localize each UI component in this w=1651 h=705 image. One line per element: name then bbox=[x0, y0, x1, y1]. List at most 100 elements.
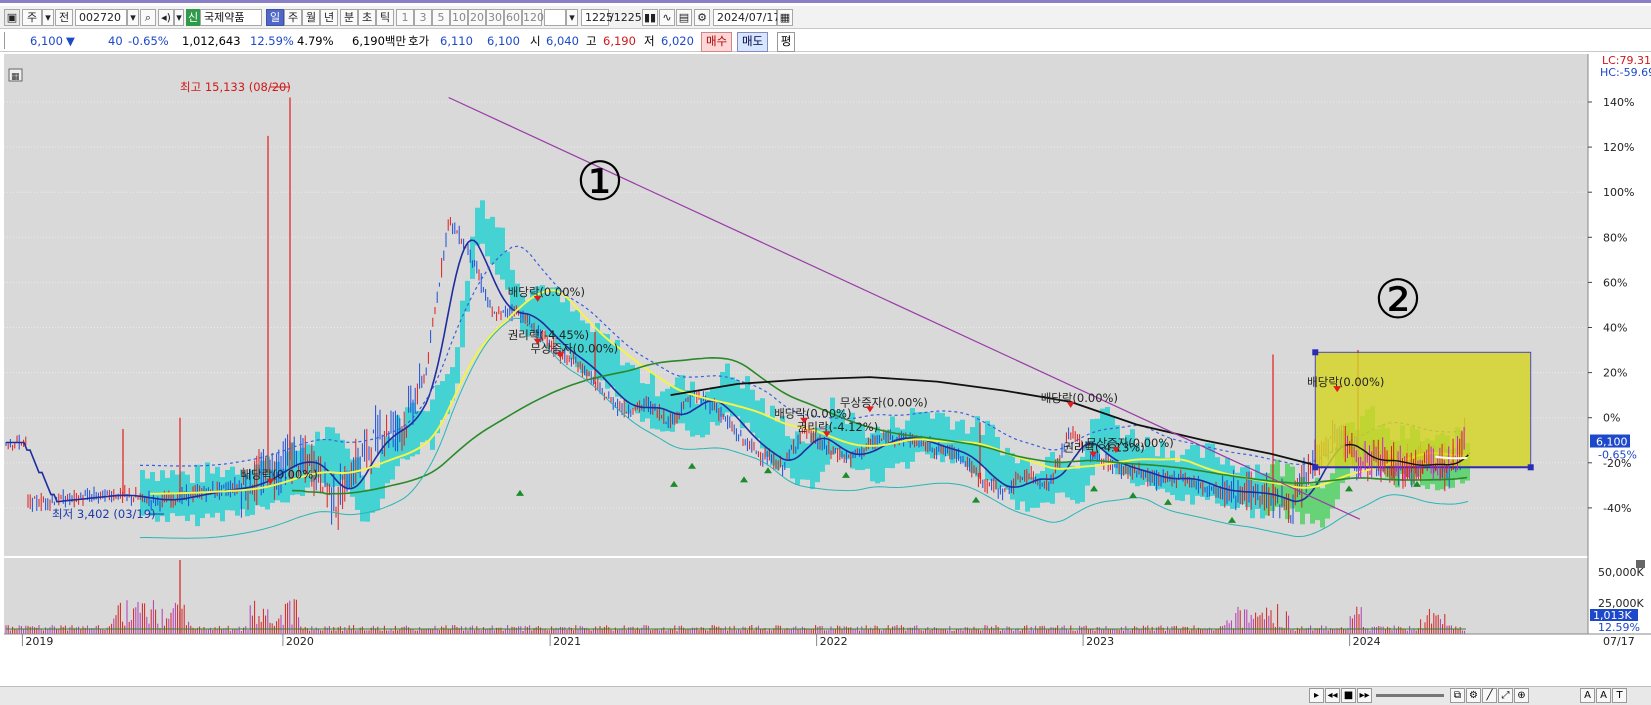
tab-second[interactable]: 초 bbox=[358, 9, 376, 26]
low-label: 저 bbox=[644, 34, 655, 48]
minute-5[interactable]: 5 bbox=[432, 9, 450, 26]
minute-10[interactable]: 10 bbox=[450, 9, 468, 26]
chart-area[interactable]: ▦ ① ② 최고 15,133 (08/20) 최저 3,402 (03/19) 배당락… bbox=[0, 52, 1651, 704]
y-tick-label: 40% bbox=[1603, 322, 1627, 335]
circle-marker-1: ① bbox=[576, 150, 624, 213]
cloud-segment bbox=[980, 435, 985, 466]
chevron-down-icon[interactable]: ▾ bbox=[127, 9, 139, 26]
cloud-segment bbox=[1080, 456, 1085, 503]
cloud-segment bbox=[500, 227, 505, 280]
sell-button[interactable]: 매도 bbox=[737, 32, 769, 52]
event-label: 배당락(0.00%) bbox=[1307, 375, 1384, 389]
x-tick-label: 2022 bbox=[820, 635, 848, 648]
trend-icon[interactable]: ⤢ bbox=[1498, 688, 1513, 703]
event-label: 권리락(-4.45%) bbox=[508, 328, 589, 342]
tab-month[interactable]: 월 bbox=[302, 9, 320, 26]
minute-20[interactable]: 20 bbox=[468, 9, 486, 26]
search-icon[interactable]: ⌕ bbox=[140, 9, 156, 26]
minute-3[interactable]: 3 bbox=[414, 9, 432, 26]
rewind-button[interactable]: ◂◂ bbox=[1325, 688, 1340, 703]
cloud-segment bbox=[425, 411, 430, 441]
chevron-down-icon[interactable]: ▾ bbox=[566, 9, 578, 26]
custom-interval-input[interactable] bbox=[544, 9, 566, 26]
minute-60[interactable]: 60 bbox=[504, 9, 522, 26]
cloud-segment bbox=[1330, 473, 1335, 509]
box-handle bbox=[1312, 464, 1319, 471]
hc-label: HC:-59.69 bbox=[1600, 66, 1651, 79]
cloud-segment bbox=[220, 477, 225, 522]
event-label: 무상증자(0.00%) bbox=[530, 341, 618, 355]
cloud-segment bbox=[350, 459, 355, 497]
x-tick-label: 07/17 bbox=[1603, 635, 1635, 648]
copy-icon[interactable]: ⧉ bbox=[1450, 688, 1465, 703]
stock-name[interactable]: 국제약품 bbox=[200, 9, 262, 26]
cloud-segment bbox=[1320, 488, 1325, 528]
x-tick-label: 2020 bbox=[286, 635, 314, 648]
gear-icon[interactable]: ⚙ bbox=[694, 9, 710, 26]
count-input[interactable]: 1225 bbox=[581, 9, 613, 26]
cloud-segment bbox=[735, 380, 740, 417]
cloud-segment bbox=[1285, 463, 1290, 520]
gear-icon[interactable]: ⚙ bbox=[1466, 688, 1481, 703]
minute-30[interactable]: 30 bbox=[486, 9, 504, 26]
draw-line-icon[interactable]: ╱ bbox=[1482, 688, 1497, 703]
minute-120[interactable]: 120 bbox=[522, 9, 544, 26]
candle-icon[interactable]: ▮▮ bbox=[642, 9, 658, 26]
bottom-toolbar: ▸ ◂◂ ■ ▸▸ ⧉ ⚙ ╱ ⤢ ⊕ A A T bbox=[0, 686, 1651, 705]
cloud-segment bbox=[460, 300, 465, 348]
scroll-slider[interactable] bbox=[1376, 694, 1444, 697]
stop-button[interactable]: ■ bbox=[1341, 688, 1356, 703]
date-input[interactable]: 2024/07/17 bbox=[713, 9, 780, 26]
tab-day[interactable]: 일 bbox=[266, 9, 284, 26]
x-tick-label: 2024 bbox=[1353, 635, 1381, 648]
chart-settings-icon[interactable]: ▣ bbox=[4, 9, 20, 26]
line-chart-icon[interactable]: ∿ bbox=[659, 9, 675, 26]
buy-button[interactable]: 매수 bbox=[701, 32, 733, 52]
period-select[interactable]: 주 bbox=[22, 9, 42, 26]
save-icon[interactable]: ▤ bbox=[676, 9, 692, 26]
forward-button[interactable]: ▸▸ bbox=[1357, 688, 1372, 703]
text-tool-t[interactable]: T bbox=[1612, 688, 1627, 703]
cloud-segment bbox=[755, 400, 760, 439]
code-input[interactable]: 002720 bbox=[75, 9, 127, 26]
cloud-segment bbox=[880, 432, 885, 482]
average-button[interactable]: 평 bbox=[777, 32, 795, 52]
cloud-segment bbox=[620, 365, 625, 399]
sound-icon[interactable]: ◂) bbox=[158, 9, 174, 26]
collapse-icon bbox=[1636, 560, 1645, 568]
calendar-icon[interactable]: ▦ bbox=[777, 9, 793, 26]
cloud-segment bbox=[905, 420, 910, 469]
turnover-pct: 12.59% bbox=[250, 34, 294, 48]
cloud-segment bbox=[940, 412, 945, 463]
current-price: 6,100 bbox=[30, 34, 63, 48]
open-label: 시 bbox=[530, 34, 541, 48]
y-tick-label: 100% bbox=[1603, 186, 1634, 199]
tab-year[interactable]: 년 bbox=[320, 9, 338, 26]
open-price: 6,040 bbox=[546, 34, 579, 48]
tab-week[interactable]: 주 bbox=[284, 9, 302, 26]
turnover-label: 12.59% bbox=[1598, 621, 1640, 634]
low-price: 6,020 bbox=[661, 34, 694, 48]
cloud-segment bbox=[630, 364, 635, 409]
cloud-segment bbox=[365, 489, 370, 522]
high-label: 고 bbox=[586, 34, 597, 48]
text-tool-a[interactable]: A bbox=[1580, 688, 1595, 703]
tab-tick[interactable]: 틱 bbox=[376, 9, 394, 26]
cloud-segment bbox=[1070, 465, 1075, 500]
price-change-label: -0.65% bbox=[1598, 449, 1637, 462]
play-button[interactable]: ▸ bbox=[1309, 688, 1324, 703]
chevron-down-icon[interactable]: ▾ bbox=[174, 9, 184, 26]
new-badge: 신 bbox=[186, 9, 200, 26]
price-chart[interactable]: ▦ ①②최고 15,133 (08/20)최저 3,402 (03/19)배당락… bbox=[0, 52, 1651, 686]
y-tick-label: 120% bbox=[1603, 141, 1634, 154]
tab-minute[interactable]: 분 bbox=[340, 9, 358, 26]
price-change: 40 bbox=[108, 34, 123, 48]
text-tool-a2[interactable]: A bbox=[1596, 688, 1611, 703]
all-button[interactable]: 전 bbox=[55, 9, 73, 26]
chevron-down-icon[interactable]: ▾ bbox=[42, 9, 54, 26]
zoom-icon[interactable]: ⊕ bbox=[1514, 688, 1529, 703]
minute-1[interactable]: 1 bbox=[396, 9, 414, 26]
bid-price: 6,100 bbox=[487, 34, 520, 48]
box-handle bbox=[1527, 464, 1534, 471]
cloud-segment bbox=[1025, 459, 1030, 512]
